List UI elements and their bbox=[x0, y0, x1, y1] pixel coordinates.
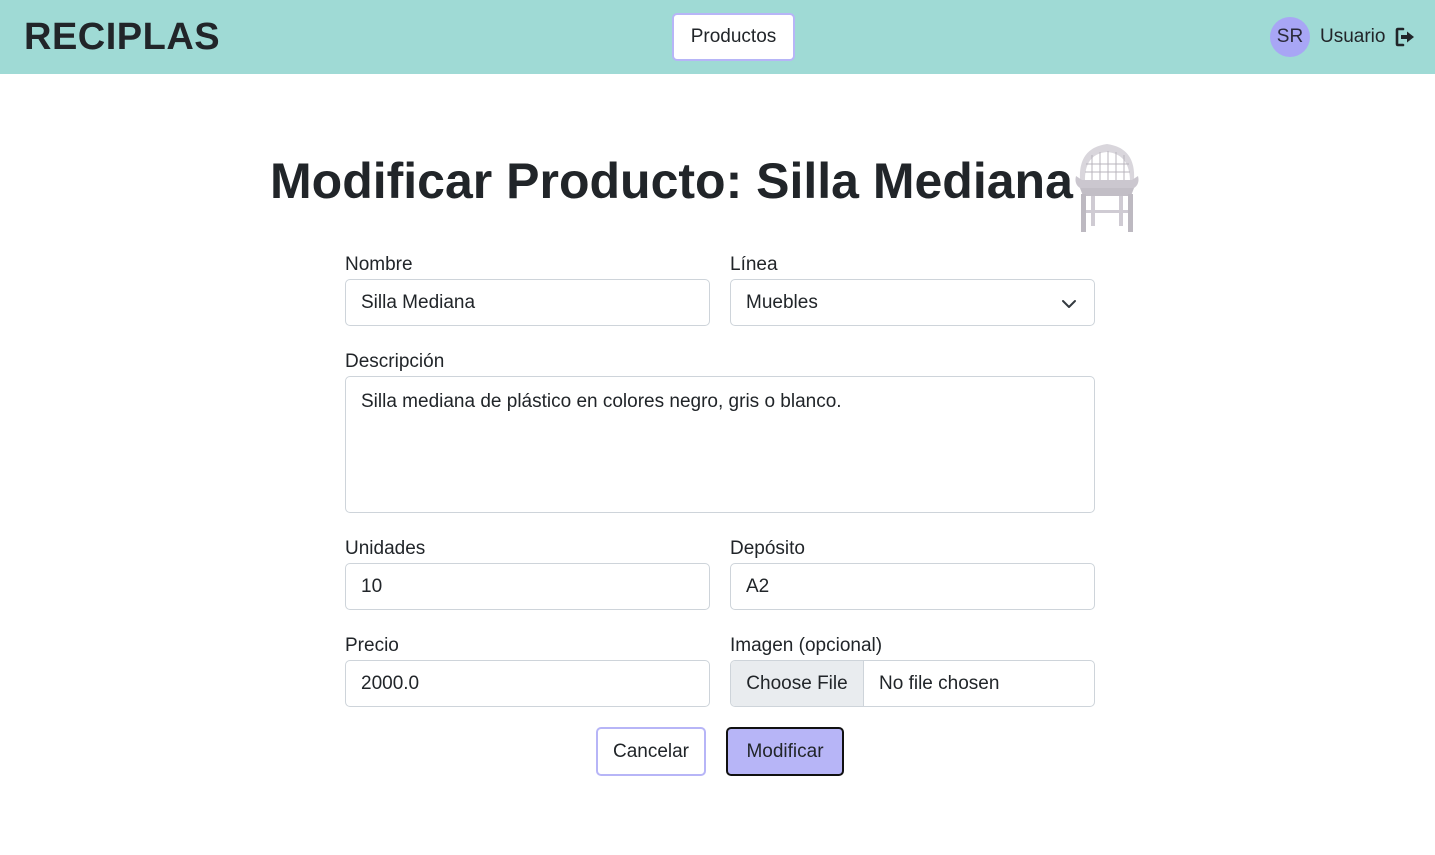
unidades-input[interactable]: 10 bbox=[345, 563, 710, 610]
deposito-label: Depósito bbox=[730, 538, 805, 559]
precio-input[interactable]: 2000.0 bbox=[345, 660, 710, 707]
nombre-input[interactable]: Silla Mediana bbox=[345, 279, 710, 326]
brand-logo[interactable]: RECIPLAS bbox=[24, 16, 220, 59]
nav-productos-button[interactable]: Productos bbox=[672, 13, 795, 61]
unidades-label: Unidades bbox=[345, 538, 426, 559]
imagen-file-input[interactable]: Choose File No file chosen bbox=[730, 660, 1095, 707]
choose-file-button[interactable]: Choose File bbox=[731, 661, 864, 706]
cancel-button[interactable]: Cancelar bbox=[596, 727, 706, 776]
linea-select[interactable]: Muebles bbox=[730, 279, 1095, 326]
chevron-down-icon bbox=[1062, 300, 1076, 308]
file-status: No file chosen bbox=[879, 672, 1000, 694]
user-name: Usuario bbox=[1320, 26, 1386, 47]
linea-label: Línea bbox=[730, 254, 778, 275]
navbar: RECIPLAS Productos SR Usuario bbox=[0, 0, 1435, 74]
product-image bbox=[1075, 144, 1139, 232]
descripcion-textarea[interactable]: Silla mediana de plástico en colores neg… bbox=[345, 376, 1095, 513]
page-title: Modificar Producto: Silla Mediana bbox=[270, 153, 1073, 209]
deposito-input[interactable]: A2 bbox=[730, 563, 1095, 610]
avatar[interactable]: SR bbox=[1270, 17, 1310, 57]
user-menu: SR Usuario bbox=[1270, 17, 1415, 57]
descripcion-label: Descripción bbox=[345, 351, 445, 372]
submit-button[interactable]: Modificar bbox=[726, 727, 844, 776]
nombre-label: Nombre bbox=[345, 254, 413, 275]
precio-label: Precio bbox=[345, 635, 399, 656]
logout-icon[interactable] bbox=[1395, 27, 1415, 47]
linea-select-value: Muebles bbox=[746, 291, 818, 313]
imagen-label: Imagen (opcional) bbox=[730, 635, 883, 656]
